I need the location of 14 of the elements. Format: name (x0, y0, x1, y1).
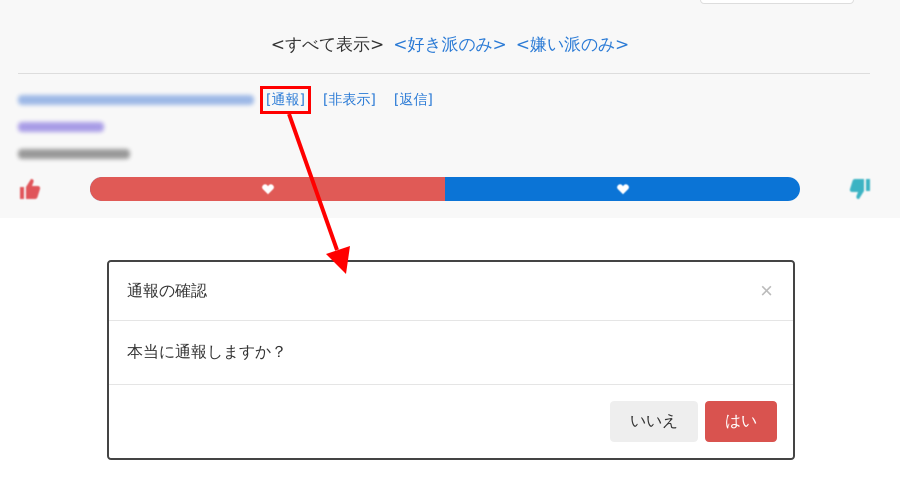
thumbs-down-icon[interactable] (848, 177, 872, 201)
thumbs-up-icon[interactable] (18, 177, 42, 201)
comment-action-link[interactable]: [通報] (260, 86, 311, 114)
comment-action-link[interactable]: [返信] (388, 86, 439, 114)
comment-action-link[interactable]: [非表示] (316, 86, 382, 114)
filter-link[interactable]: <嫌い派のみ> (516, 33, 630, 56)
filter-link[interactable]: <好き派のみ> (393, 33, 507, 56)
filter-link[interactable]: <すべて表示> (270, 33, 384, 56)
confirm-button[interactable]: はい (705, 401, 777, 442)
heart-icon (616, 182, 630, 196)
dialog-message: 本当に通報しますか？ (127, 342, 287, 361)
heart-icon (260, 182, 274, 196)
dialog-title: 通報の確認 (127, 280, 207, 302)
cancel-button[interactable]: いいえ (610, 401, 698, 442)
